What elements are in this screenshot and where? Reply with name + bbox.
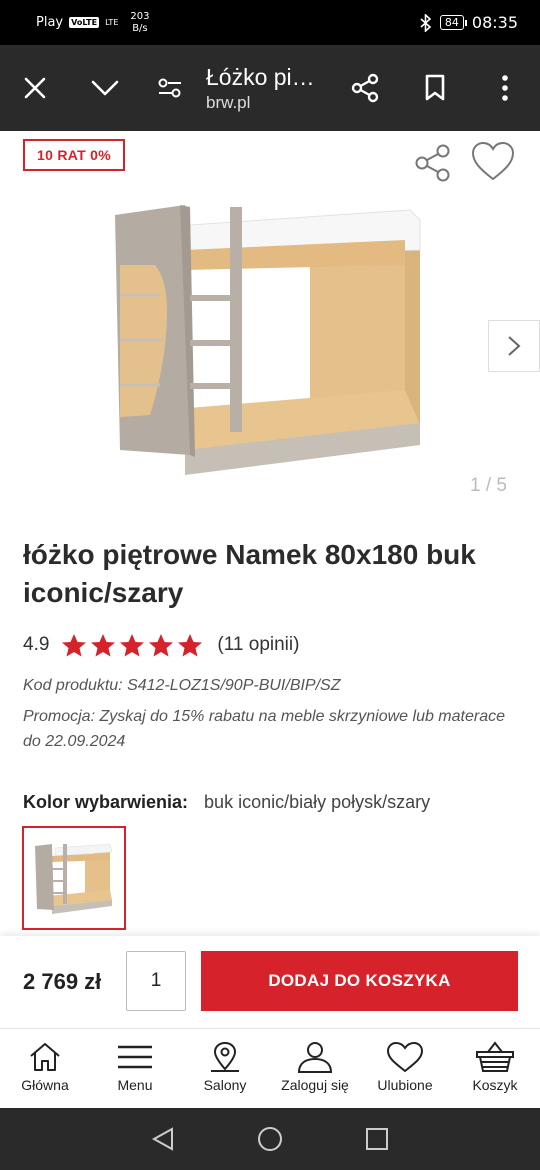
product-image[interactable] (105, 195, 435, 495)
star-icon (120, 634, 145, 657)
add-to-cart-button[interactable]: DODAJ DO KOSZYKA (201, 951, 518, 1011)
browser-app-bar: Łóżko pi… brw.pl (0, 45, 540, 131)
nav-menu-label: Menu (117, 1077, 153, 1093)
color-label: Kolor wybarwienia: (23, 792, 189, 812)
promotion-text: Promocja: Zyskaj do 15% rabatu na meble … (23, 708, 505, 750)
close-button[interactable] (0, 45, 70, 131)
product-share-button[interactable] (414, 143, 452, 188)
image-counter: 1 / 5 (470, 475, 507, 496)
bunk-bed-thumbnail (35, 843, 113, 914)
user-icon (297, 1042, 333, 1073)
tune-icon (158, 78, 181, 98)
bookmark-button[interactable] (400, 45, 470, 131)
map-pin-icon (211, 1041, 239, 1072)
status-bar: Play VoLTE LTE 203 B/s 84 08:35 (0, 0, 540, 45)
installment-badge: 10 RAT 0% (23, 139, 126, 171)
rating-value: 4.9 (23, 634, 50, 655)
site-settings-button[interactable] (140, 45, 200, 131)
chevron-down-icon (91, 80, 119, 96)
network-speed-unit: B/s (132, 22, 148, 34)
nav-home-label: Główna (21, 1077, 69, 1093)
back-icon[interactable] (150, 1126, 176, 1152)
share-icon (351, 73, 379, 103)
page-title-block: Łóżko pi… brw.pl (200, 63, 330, 113)
share-icon (415, 144, 450, 182)
star-icon (149, 634, 174, 657)
share-button[interactable] (330, 45, 400, 131)
product-price: 2 769 zł (23, 969, 102, 994)
page-title: Łóżko pi… (206, 64, 315, 90)
nav-favorites-label: Ulubione (377, 1077, 433, 1093)
color-swatch-selected[interactable] (22, 826, 126, 930)
recents-icon[interactable] (364, 1126, 390, 1152)
rating-stars (61, 633, 203, 657)
collapse-button[interactable] (70, 45, 140, 131)
heart-icon (386, 1041, 424, 1073)
nav-login-label: Zaloguj się (281, 1077, 349, 1093)
home-circle-icon[interactable] (256, 1125, 284, 1153)
heart-icon (471, 141, 515, 181)
next-image-button[interactable] (488, 320, 540, 372)
color-row: Kolor wybarwienia: buk iconic/biały poły… (23, 792, 430, 813)
battery-icon: 84 (439, 15, 467, 30)
network-speed: 203 B/s (130, 11, 149, 35)
star-icon (178, 634, 203, 657)
purchase-bar: 2 769 zł 1 DODAJ DO KOSZYKA (0, 936, 540, 1028)
basket-icon (476, 1041, 514, 1072)
nav-cart-label: Koszyk (472, 1077, 518, 1093)
clock: 08:35 (471, 13, 518, 32)
nav-cart[interactable]: Koszyk (450, 1029, 540, 1108)
star-icon (91, 634, 116, 657)
add-to-favorites-button[interactable] (470, 140, 516, 187)
more-vertical-icon (502, 75, 508, 101)
bottom-navigation: Główna Menu Salony Zaloguj się Ulubione … (0, 1028, 540, 1108)
lte-signal-icon: LTE (105, 17, 119, 27)
close-icon (24, 77, 46, 99)
reviews-link[interactable]: (11 opinii) (217, 634, 299, 656)
nav-stores[interactable]: Salony (180, 1029, 270, 1108)
home-icon (30, 1043, 60, 1071)
nav-favorites[interactable]: Ulubione (360, 1029, 450, 1108)
system-navigation-bar (0, 1108, 540, 1170)
nav-menu[interactable]: Menu (90, 1029, 180, 1108)
bunk-bed-illustration (115, 205, 421, 475)
network-speed-value: 203 (130, 10, 150, 22)
chevron-right-icon (508, 336, 521, 356)
page-domain: brw.pl (206, 93, 251, 112)
nav-home[interactable]: Główna (0, 1029, 90, 1108)
product-code: Kod produktu: S412-LOZ1S/90P-BUI/BIP/SZ (23, 677, 341, 694)
volte-badge: VoLTE (69, 17, 100, 28)
nav-stores-label: Salony (203, 1077, 247, 1093)
bluetooth-icon (420, 13, 432, 32)
menu-icon (118, 1045, 152, 1069)
rating-row[interactable]: 4.9 (11 opinii) (23, 633, 299, 657)
nav-login[interactable]: Zaloguj się (270, 1029, 360, 1108)
carrier-name: Play (36, 15, 64, 30)
product-title: łóżko piętrowe Namek 80x180 buk iconic/s… (23, 539, 476, 608)
more-options-button[interactable] (470, 45, 540, 131)
bookmark-icon (425, 74, 445, 101)
color-value: buk iconic/biały połysk/szary (204, 792, 431, 812)
quantity-input[interactable]: 1 (126, 951, 186, 1011)
star-icon (62, 634, 87, 657)
